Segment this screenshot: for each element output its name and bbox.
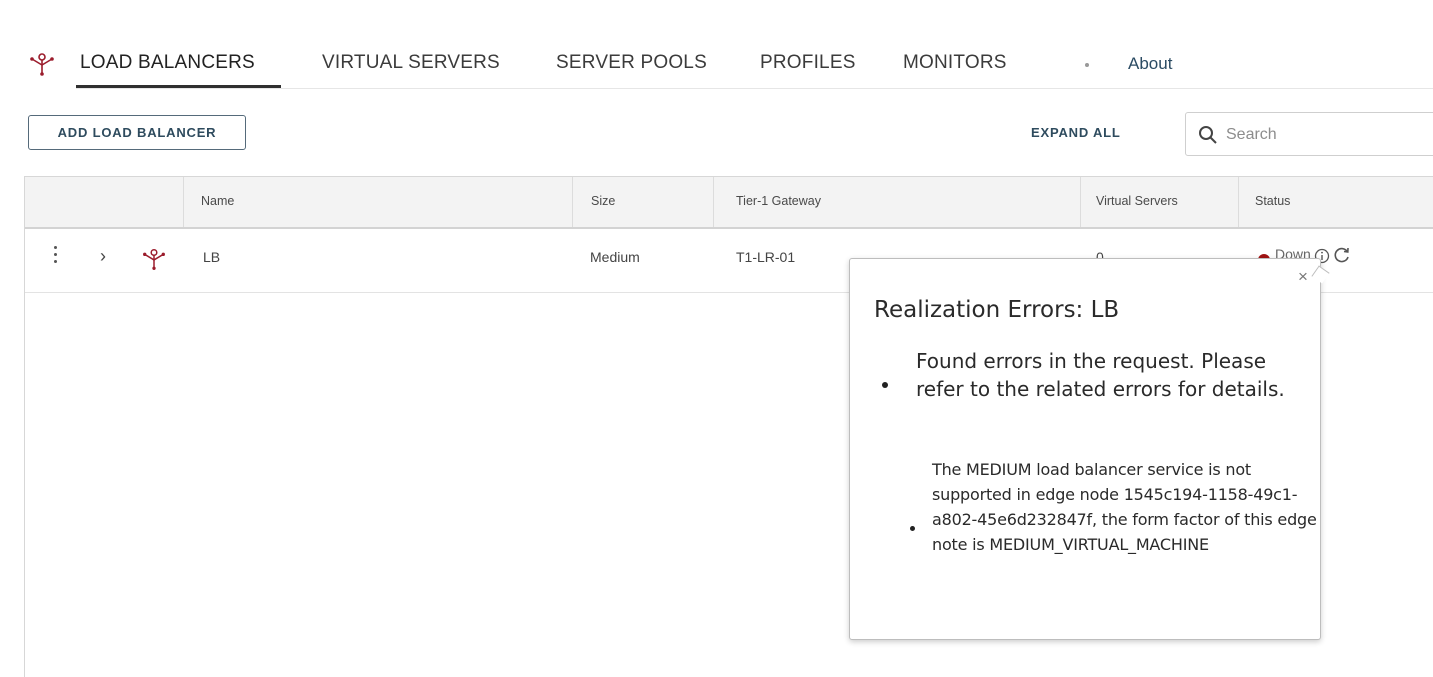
bullet-point (910, 526, 915, 531)
load-balancer-icon (143, 248, 165, 270)
add-load-balancer-button[interactable]: ADD LOAD BALANCER (28, 115, 246, 150)
column-separator (1238, 177, 1239, 227)
nav-separator-dot (1085, 63, 1089, 67)
row-actions-kebab-icon[interactable] (51, 246, 59, 268)
tab-load-balancers[interactable]: LOAD BALANCERS (80, 52, 255, 74)
popover-title: Realization Errors: LB (874, 297, 1120, 323)
error-message-summary: Found errors in the request. Please refe… (916, 349, 1285, 401)
column-header-name[interactable]: Name (201, 194, 234, 208)
search-input[interactable] (1224, 123, 1428, 147)
expand-row-chevron-icon[interactable]: › (100, 246, 106, 267)
realization-errors-popover: × Realization Errors: LB Found errors in… (849, 258, 1321, 640)
expand-all-button[interactable]: EXPAND ALL (1031, 125, 1121, 140)
column-separator (572, 177, 573, 227)
search-icon (1199, 126, 1217, 144)
column-header-tier1-gateway[interactable]: Tier-1 Gateway (736, 194, 821, 208)
tab-server-pools[interactable]: SERVER POOLS (556, 52, 707, 74)
column-header-virtual-servers[interactable]: Virtual Servers (1096, 194, 1178, 208)
column-separator (713, 177, 714, 227)
column-separator (183, 177, 184, 227)
tab-monitors[interactable]: MONITORS (903, 52, 1007, 74)
bullet-point (882, 382, 888, 388)
close-icon[interactable]: × (1298, 267, 1308, 287)
refresh-icon[interactable] (1333, 246, 1351, 264)
search-box[interactable] (1185, 112, 1433, 156)
error-message-detail: The MEDIUM load balancer service is not … (932, 460, 1317, 554)
column-separator (1080, 177, 1081, 227)
about-link[interactable]: About (1128, 54, 1172, 74)
load-balancer-icon (30, 53, 54, 76)
cell-size: Medium (590, 249, 640, 265)
cell-tier1-gateway[interactable]: T1-LR-01 (736, 249, 795, 265)
tab-virtual-servers[interactable]: VIRTUAL SERVERS (322, 52, 500, 74)
column-header-size[interactable]: Size (591, 194, 615, 208)
nav-divider (76, 88, 1433, 89)
column-header-status[interactable]: Status (1255, 194, 1290, 208)
cell-name[interactable]: LB (203, 249, 220, 265)
tab-profiles[interactable]: PROFILES (760, 52, 856, 74)
table-header: Name Size Tier-1 Gateway Virtual Servers… (25, 177, 1433, 229)
